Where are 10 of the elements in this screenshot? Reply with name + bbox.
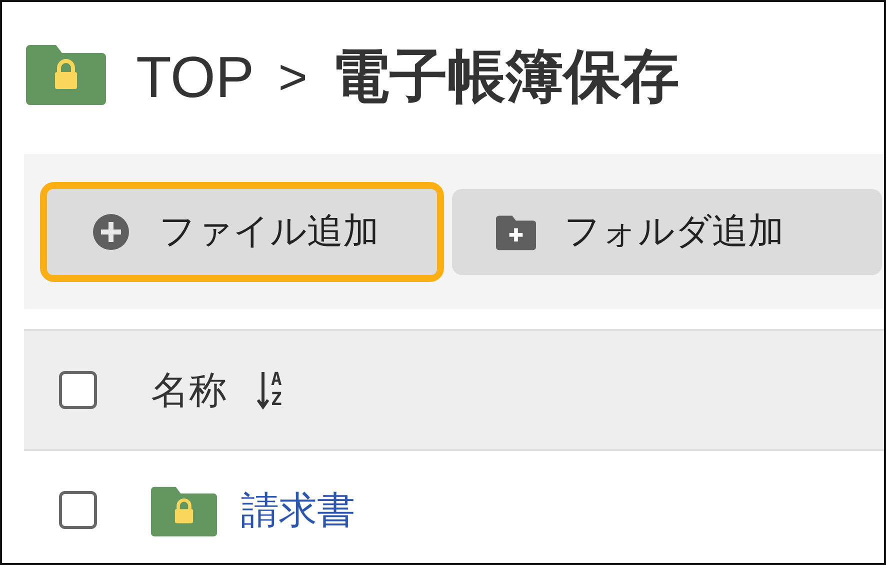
breadcrumb-link[interactable]: TOP xyxy=(136,44,254,110)
breadcrumb-separator: > xyxy=(278,48,308,106)
column-header[interactable]: 名称 xyxy=(151,364,227,416)
page-title: 電子帳簿保存 xyxy=(331,41,680,112)
plus-circle-icon xyxy=(91,212,131,252)
add-button[interactable]: フォルダ追加 xyxy=(452,188,882,274)
row-checkbox[interactable] xyxy=(59,491,97,529)
folder-link[interactable]: 請求書 xyxy=(241,484,355,536)
add-button[interactable]: ファイル追加 xyxy=(47,188,437,274)
select-all-checkbox[interactable] xyxy=(59,371,97,409)
